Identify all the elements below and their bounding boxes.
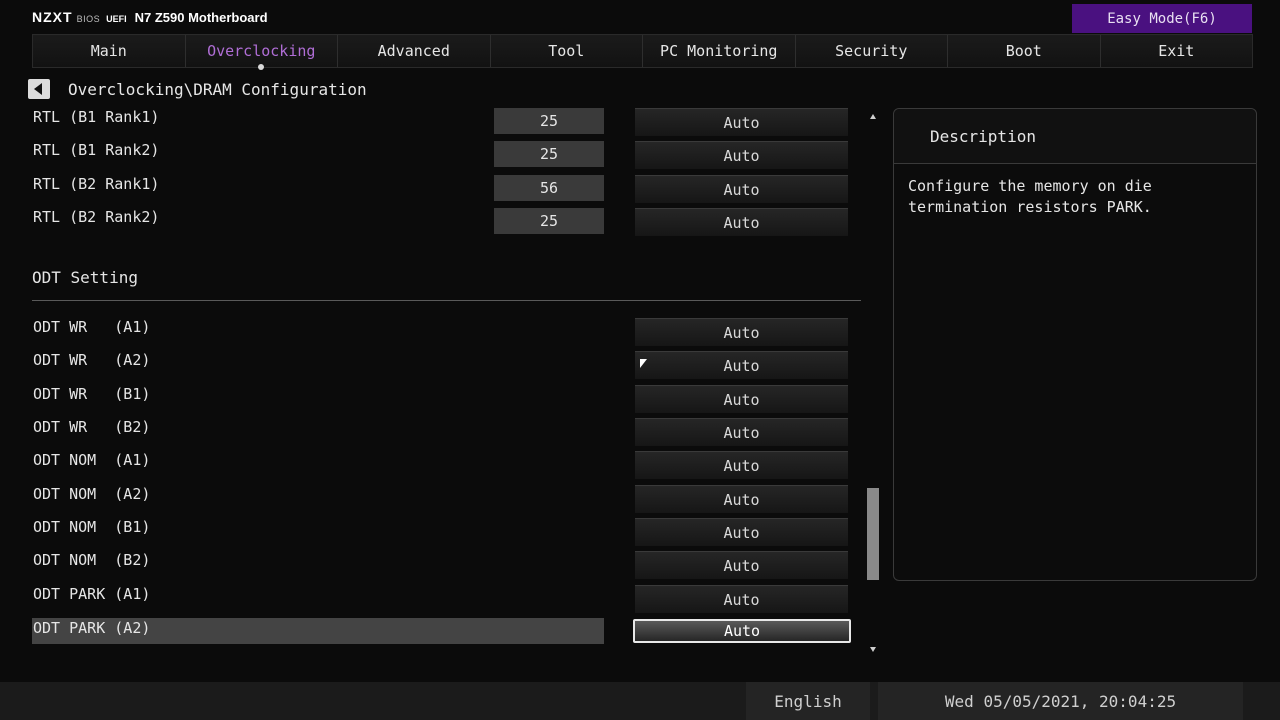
tab-exit[interactable]: Exit [1100, 35, 1252, 67]
rtl-row-b2-rank1[interactable]: RTL (B2 Rank1) 56 Auto [32, 172, 862, 203]
setting-value-button[interactable]: Auto [635, 518, 848, 546]
setting-label: RTL (B2 Rank2) [33, 208, 160, 226]
setting-value-button[interactable]: Auto [635, 108, 848, 136]
setting-label: ODT WR (A2) [33, 351, 151, 369]
nzxt-logo: NZXT [32, 9, 73, 25]
setting-label: ODT NOM (A2) [33, 485, 151, 503]
rtl-value: 25 [494, 108, 604, 134]
odt-row-nom-a1[interactable]: ODT NOM (A1) Auto [32, 448, 862, 479]
description-title: Description [894, 109, 1256, 164]
setting-label: ODT WR (B1) [33, 385, 151, 403]
tab-main[interactable]: Main [33, 35, 186, 67]
scroll-up-arrow-icon[interactable] [870, 114, 876, 119]
setting-value-button[interactable]: Auto [635, 351, 848, 379]
section-divider [32, 300, 861, 301]
tab-pc-monitoring[interactable]: PC Monitoring [643, 35, 796, 67]
settings-scrollbar[interactable] [867, 112, 879, 657]
odt-row-nom-b2[interactable]: ODT NOM (B2) Auto [32, 548, 862, 579]
rtl-value: 25 [494, 141, 604, 167]
arrow-left-icon [34, 83, 42, 95]
mouse-cursor-icon [640, 359, 647, 368]
scroll-down-arrow-icon[interactable] [870, 647, 876, 652]
setting-value-button[interactable]: Auto [635, 551, 848, 579]
system-datetime: Wed 05/05/2021, 20:04:25 [878, 682, 1243, 720]
tab-security[interactable]: Security [795, 35, 948, 67]
tab-boot[interactable]: Boot [948, 35, 1101, 67]
motherboard-model: N7 Z590 Motherboard [134, 10, 268, 25]
status-bar: English Wed 05/05/2021, 20:04:25 [0, 682, 1280, 720]
tab-tool[interactable]: Tool [490, 35, 643, 67]
setting-label: RTL (B2 Rank1) [33, 175, 160, 193]
setting-value-button[interactable]: Auto [635, 418, 848, 446]
rtl-value: 56 [494, 175, 604, 201]
odt-row-nom-a2[interactable]: ODT NOM (A2) Auto [32, 482, 862, 513]
setting-value-button[interactable]: Auto [635, 451, 848, 479]
odt-row-wr-b2[interactable]: ODT WR (B2) Auto [32, 415, 862, 446]
setting-label: ODT NOM (A1) [33, 451, 151, 469]
description-text: Configure the memory on die termination … [908, 177, 1152, 216]
setting-value-button[interactable]: Auto [635, 141, 848, 169]
odt-section-title: ODT Setting [32, 268, 138, 287]
odt-row-park-a1[interactable]: ODT PARK (A1) Auto [32, 582, 862, 613]
setting-label: RTL (B1 Rank2) [33, 141, 160, 159]
setting-value-button[interactable]: Auto [635, 318, 848, 346]
settings-list: RTL (B1 Rank1) 25 Auto RTL (B1 Rank2) 25… [32, 105, 862, 650]
rtl-value: 25 [494, 208, 604, 234]
setting-label: ODT PARK (A2) [33, 619, 151, 637]
setting-label: ODT WR (B2) [33, 418, 151, 436]
bios-label: BIOS [76, 14, 101, 24]
main-tabs: Main Overclocking Advanced Tool PC Monit… [32, 34, 1253, 70]
rtl-row-b1-rank1[interactable]: RTL (B1 Rank1) 25 Auto [32, 105, 862, 136]
tab-overclocking[interactable]: Overclocking [185, 35, 338, 70]
setting-value-button[interactable]: Auto [635, 385, 848, 413]
rtl-row-b2-rank2[interactable]: RTL (B2 Rank2) 25 Auto [32, 205, 862, 236]
odt-row-nom-b1[interactable]: ODT NOM (B1) Auto [32, 515, 862, 546]
nzxt-brand: NZXT BIOS UEFI N7 Z590 Motherboard [32, 9, 268, 27]
setting-label: ODT WR (A1) [33, 318, 151, 336]
scroll-thumb[interactable] [867, 488, 879, 580]
setting-value-button[interactable]: Auto [633, 619, 851, 643]
setting-value-button[interactable]: Auto [635, 585, 848, 613]
setting-label: ODT PARK (A1) [33, 585, 151, 603]
easy-mode-button[interactable]: Easy Mode(F6) [1072, 4, 1252, 33]
back-button[interactable] [28, 79, 50, 99]
breadcrumb: Overclocking\DRAM Configuration [68, 80, 367, 99]
setting-value-button[interactable]: Auto [635, 208, 848, 236]
rtl-row-b1-rank2[interactable]: RTL (B1 Rank2) 25 Auto [32, 138, 862, 169]
uefi-label: UEFI [106, 14, 127, 24]
odt-row-wr-b1[interactable]: ODT WR (B1) Auto [32, 382, 862, 413]
description-panel: Description Configure the memory on die … [893, 108, 1257, 581]
setting-label: ODT NOM (B2) [33, 551, 151, 569]
setting-value-button[interactable]: Auto [635, 485, 848, 513]
setting-label: ODT NOM (B1) [33, 518, 151, 536]
odt-row-wr-a2[interactable]: ODT WR (A2) Auto [32, 348, 862, 379]
setting-label: RTL (B1 Rank1) [33, 108, 160, 126]
odt-row-wr-a1[interactable]: ODT WR (A1) Auto [32, 315, 862, 346]
language-selector[interactable]: English [746, 682, 870, 720]
setting-value-button[interactable]: Auto [635, 175, 848, 203]
odt-row-park-a2[interactable]: ODT PARK (A2) Auto [32, 618, 862, 644]
tab-advanced[interactable]: Advanced [338, 35, 491, 67]
